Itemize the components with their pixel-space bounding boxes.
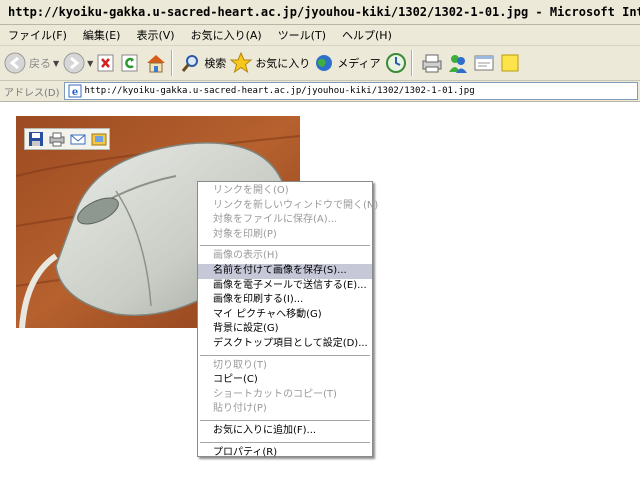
menu-separator [200, 441, 370, 443]
search-button[interactable]: 検索 [181, 48, 226, 78]
address-bar: アドレス(D) e http://kyoiku-gakka.u-sacred-h… [0, 81, 640, 102]
window-title: http://kyoiku-gakka.u-sacred-heart.ac.jp… [8, 5, 640, 19]
menu-tools[interactable]: ツール(T) [270, 27, 334, 43]
star-icon [230, 52, 253, 74]
my-pictures-icon[interactable] [91, 131, 107, 147]
history-clock-icon [385, 53, 406, 73]
home-button[interactable] [145, 48, 167, 78]
toolbar-separator [171, 50, 174, 76]
search-label: 検索 [204, 57, 227, 70]
search-icon [182, 55, 199, 72]
forward-arrow-icon [63, 52, 85, 74]
page-icon: e [68, 84, 82, 98]
refresh-button[interactable] [121, 48, 141, 78]
history-button[interactable] [385, 48, 407, 78]
menu-copy[interactable]: コピー(C) [198, 373, 372, 388]
save-image-icon[interactable] [28, 131, 44, 147]
context-menu: リンクを開く(O) リンクを新しいウィンドウで開く(N) 対象をファイルに保存(… [197, 181, 378, 458]
svg-text:e: e [71, 87, 77, 98]
title-bar: e http://kyoiku-gakka.u-sacred-heart.ac.… [0, 0, 640, 25]
favorites-label: お気に入り [255, 57, 311, 70]
media-globe-icon [316, 55, 333, 71]
home-icon [147, 55, 166, 73]
menu-help[interactable]: ヘルプ(H) [334, 27, 400, 43]
printer-mail-icon [422, 54, 442, 73]
back-button[interactable]: 戻る ▼ [4, 48, 59, 78]
menu-show-picture[interactable]: 画像の表示(H) [198, 249, 372, 264]
menu-favorites[interactable]: お気に入り(A) [183, 27, 270, 43]
menu-save-target[interactable]: 対象をファイルに保存(A)... [198, 213, 372, 228]
note-button[interactable] [499, 48, 521, 78]
edit-window-icon [474, 55, 494, 71]
address-url: http://kyoiku-gakka.u-sacred-heart.ac.jp… [84, 86, 475, 96]
forward-button[interactable]: ▼ [63, 48, 93, 78]
menu-properties[interactable]: プロパティ(R) [198, 446, 372, 461]
mail-image-icon[interactable] [70, 131, 86, 147]
menu-separator [200, 419, 370, 421]
menu-bar: ファイル(F) 編集(E) 表示(V) お気に入り(A) ツール(T) ヘルプ(… [0, 25, 640, 46]
sticky-note-icon [501, 54, 519, 72]
menu-set-as-background[interactable]: 背景に設定(G) [198, 322, 372, 337]
print-image-icon[interactable] [49, 131, 65, 147]
toolbar-separator [410, 50, 413, 76]
menu-add-to-favorites[interactable]: お気に入りに追加(F)... [198, 424, 372, 439]
menu-print-picture[interactable]: 画像を印刷する(I)... [198, 293, 372, 308]
image-toolbar [24, 128, 110, 150]
menu-paste[interactable]: 貼り付け(P) [198, 402, 372, 417]
menu-save-picture-as[interactable]: 名前を付けて画像を保存(S)... [198, 263, 372, 279]
menu-open-link-new-window[interactable]: リンクを新しいウィンドウで開く(N) [198, 199, 378, 214]
stop-button[interactable] [97, 48, 117, 78]
menu-cut[interactable]: 切り取り(T) [198, 359, 372, 374]
messenger-icon [448, 55, 467, 73]
media-label: メディア [337, 57, 381, 70]
menu-separator [200, 245, 370, 247]
stop-icon [97, 54, 114, 72]
edit-button[interactable] [473, 48, 495, 78]
toolbar: 戻る ▼ ▼ 検索 お気に入り メディア [0, 46, 640, 81]
address-label: アドレス(D) [4, 87, 60, 99]
menu-open-link[interactable]: リンクを開く(O) [198, 184, 372, 199]
menu-edit[interactable]: 編集(E) [75, 27, 129, 43]
menu-go-to-my-pictures[interactable]: マイ ピクチャへ移動(G) [198, 308, 372, 323]
chevron-down-icon[interactable]: ▼ [87, 59, 93, 68]
menu-set-as-desktop-item[interactable]: デスクトップ項目として設定(D)... [198, 337, 372, 352]
favorites-button[interactable]: お気に入り [230, 48, 310, 78]
menu-email-picture[interactable]: 画像を電子メールで送信する(E)... [198, 279, 372, 294]
menu-separator [200, 354, 370, 356]
media-button[interactable]: メディア [314, 48, 381, 78]
menu-print-target[interactable]: 対象を印刷(P) [198, 228, 372, 243]
messenger-button[interactable] [447, 48, 469, 78]
chevron-down-icon[interactable]: ▼ [53, 59, 59, 68]
back-arrow-icon [4, 52, 26, 74]
back-label: 戻る [29, 57, 51, 70]
menu-view[interactable]: 表示(V) [128, 27, 182, 43]
menu-file[interactable]: ファイル(F) [0, 27, 75, 43]
address-input[interactable]: e http://kyoiku-gakka.u-sacred-heart.ac.… [63, 82, 638, 100]
refresh-icon [121, 54, 138, 72]
menu-copy-shortcut[interactable]: ショートカットのコピー(T) [198, 388, 372, 403]
mail-button[interactable] [421, 48, 443, 78]
